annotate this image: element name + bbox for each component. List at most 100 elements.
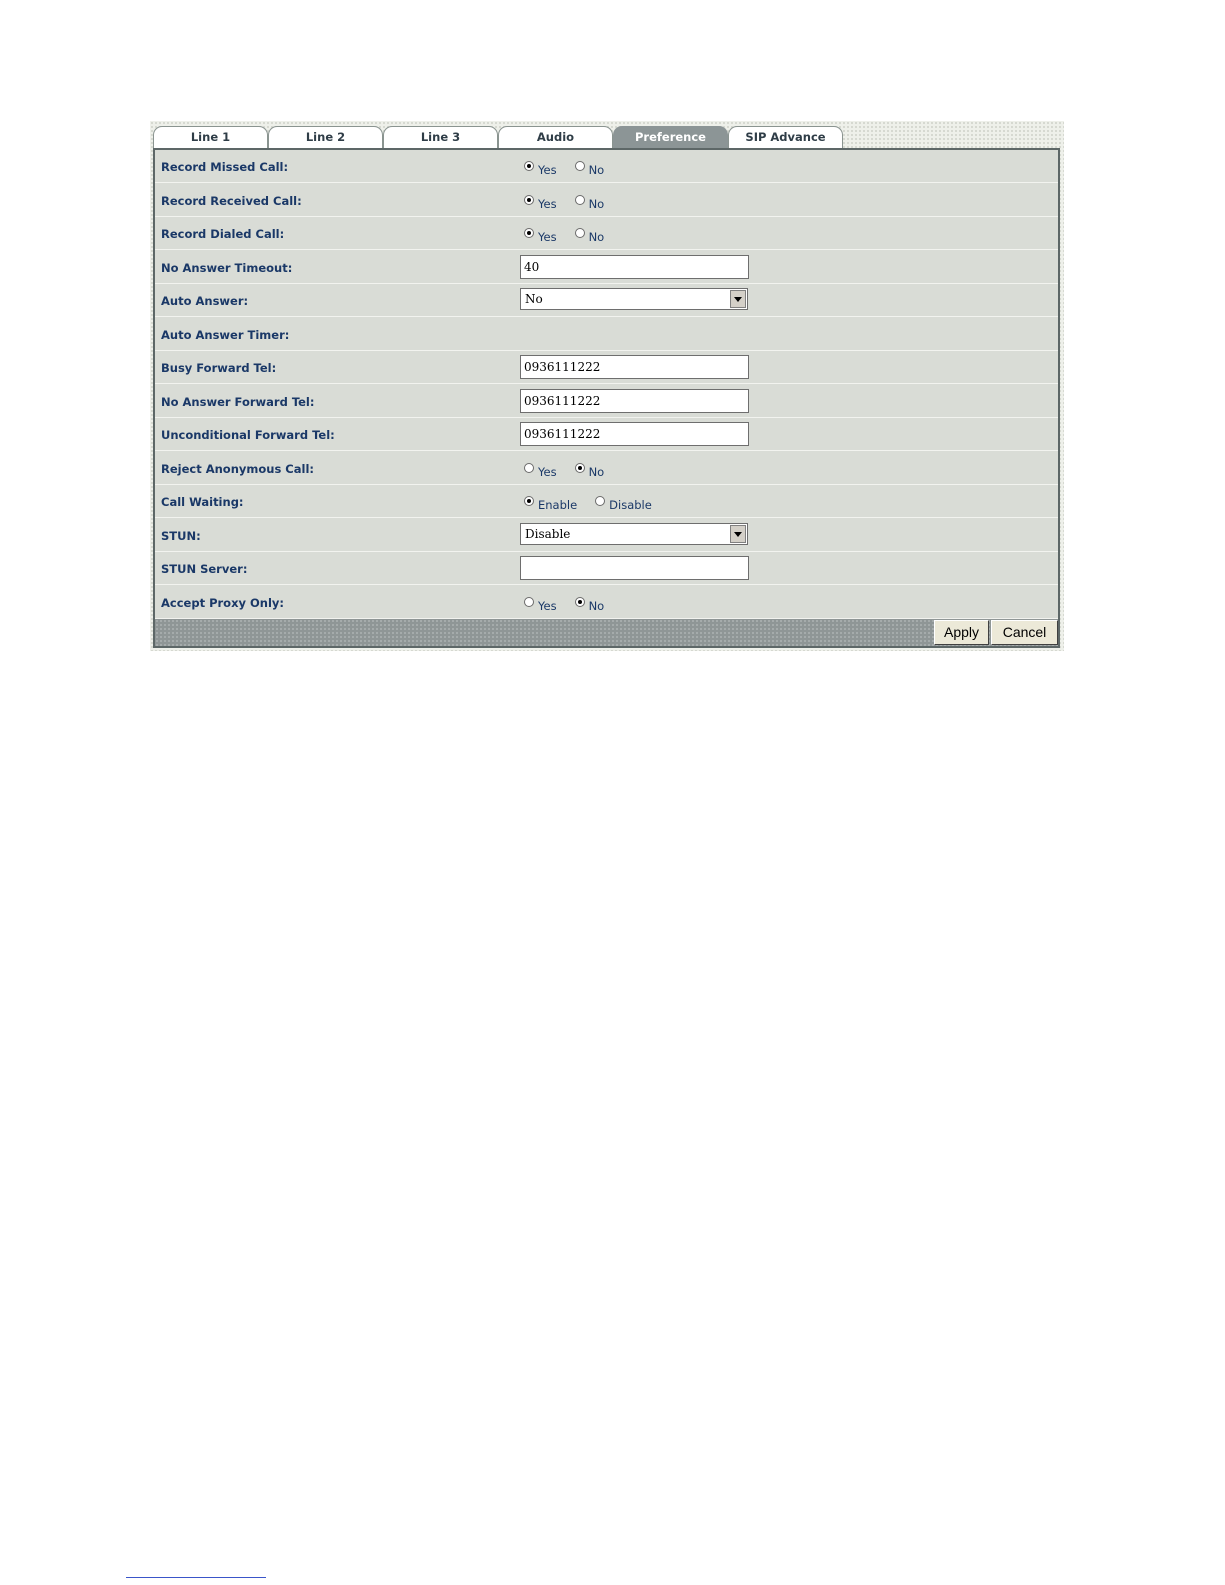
setting-value xyxy=(519,552,1019,585)
radio-label: Yes xyxy=(538,196,557,211)
radio-button[interactable] xyxy=(595,496,606,506)
setting-label: Record Dialed Call: xyxy=(161,227,285,241)
radio-button[interactable] xyxy=(524,596,534,607)
radio-option[interactable]: No xyxy=(574,227,605,244)
setting-row: Record Dialed Call: Yes No xyxy=(155,217,1058,250)
setting-row: Auto Answer Timer: xyxy=(155,318,1058,351)
setting-row: Record Received Call: Yes No xyxy=(155,184,1058,217)
radio-button[interactable] xyxy=(574,596,585,607)
radio-button[interactable] xyxy=(524,161,534,171)
dropdown-select[interactable]: Disable xyxy=(520,522,748,545)
setting-value: Yes No xyxy=(519,586,1019,619)
radio-button[interactable] xyxy=(524,194,534,205)
select-value: Disable xyxy=(525,526,571,541)
setting-value xyxy=(519,318,1019,351)
select-value: No xyxy=(525,292,543,306)
radio-option[interactable]: Yes xyxy=(524,227,557,244)
text-input[interactable]: 40 xyxy=(520,254,749,279)
setting-label: Call Waiting: xyxy=(161,495,244,509)
text-input[interactable]: 0936111222 xyxy=(520,355,749,379)
setting-value: Yes No xyxy=(519,452,1019,485)
setting-value: 0936111222 xyxy=(519,385,1019,418)
setting-label: Busy Forward Tel: xyxy=(161,361,277,375)
radio-button[interactable] xyxy=(574,194,585,205)
setting-value: 0936111222 xyxy=(519,418,1019,451)
radio-label: No xyxy=(588,598,605,613)
setting-row: Call Waiting: Enable Disable xyxy=(155,485,1058,518)
tab-line-3[interactable]: Line 3 xyxy=(383,126,498,148)
radio-label: No xyxy=(588,196,605,211)
radio-label: Yes xyxy=(538,230,557,244)
setting-row: Auto Answer: No xyxy=(155,284,1058,317)
radio-label: Enable xyxy=(538,498,578,512)
radio-button[interactable] xyxy=(524,496,534,506)
setting-label: Record Received Call: xyxy=(161,193,302,208)
radio-option[interactable]: No xyxy=(574,596,605,613)
setting-row: STUN Server: xyxy=(155,552,1058,585)
radio-label: Yes xyxy=(538,163,557,177)
text-input[interactable]: 0936111222 xyxy=(520,422,749,446)
radio-group: Enable Disable xyxy=(524,495,670,512)
tab-preference[interactable]: Preference xyxy=(613,126,728,148)
setting-value: Disable xyxy=(519,519,1019,552)
footnote-divider xyxy=(126,1577,266,1578)
apply-button[interactable]: Apply xyxy=(934,620,989,645)
cancel-button[interactable]: Cancel xyxy=(991,620,1058,645)
radio-label: Disable xyxy=(609,498,652,512)
tab-audio[interactable]: Audio xyxy=(498,126,613,148)
chevron-down-icon[interactable] xyxy=(730,290,746,308)
setting-row: Record Missed Call: Yes No xyxy=(155,150,1058,183)
radio-option[interactable]: No xyxy=(574,194,605,211)
setting-row: Unconditional Forward Tel: 0936111222 xyxy=(155,418,1058,451)
chevron-down-icon[interactable] xyxy=(730,524,746,543)
action-bar: Apply Cancel xyxy=(155,619,1058,646)
radio-option[interactable]: No xyxy=(574,462,605,479)
tab-bar: Line 1 Line 2 Line 3 Audio Preference SI… xyxy=(153,126,843,148)
setting-row: No Answer Forward Tel: 0936111222 xyxy=(155,385,1058,418)
radio-label: No xyxy=(588,163,605,177)
radio-button[interactable] xyxy=(524,462,534,473)
setting-value: Enable Disable xyxy=(519,485,1019,518)
setting-row: Accept Proxy Only: Yes No xyxy=(155,586,1058,619)
setting-label: Unconditional Forward Tel: xyxy=(161,428,335,442)
radio-option[interactable]: Yes xyxy=(524,462,557,479)
radio-group: Yes No xyxy=(524,462,622,479)
setting-value: Yes No xyxy=(519,217,1019,250)
setting-value: 0936111222 xyxy=(519,351,1019,384)
radio-label: No xyxy=(588,230,605,244)
setting-label: No Answer Timeout: xyxy=(161,260,293,275)
setting-row: Busy Forward Tel: 0936111222 xyxy=(155,351,1058,384)
radio-button[interactable] xyxy=(524,228,534,238)
setting-value: Yes No xyxy=(519,150,1019,183)
tab-sip-advance[interactable]: SIP Advance xyxy=(728,126,843,148)
setting-row: No Answer Timeout: 40 xyxy=(155,251,1058,284)
radio-group: Yes No xyxy=(524,194,622,211)
radio-option[interactable]: Yes xyxy=(524,194,557,211)
tab-line-2[interactable]: Line 2 xyxy=(268,126,383,148)
setting-row: Reject Anonymous Call: Yes No xyxy=(155,452,1058,485)
dropdown-select[interactable]: No xyxy=(520,288,748,310)
radio-button[interactable] xyxy=(574,228,585,238)
settings-frame: Line 1 Line 2 Line 3 Audio Preference SI… xyxy=(150,121,1064,651)
radio-button[interactable] xyxy=(574,161,585,171)
radio-button[interactable] xyxy=(574,462,585,473)
setting-label: Accept Proxy Only: xyxy=(161,595,284,610)
tab-line-1[interactable]: Line 1 xyxy=(153,126,268,148)
setting-label: STUN: xyxy=(161,528,201,543)
radio-option[interactable]: Disable xyxy=(595,495,652,512)
preference-panel: Record Missed Call: Yes No Record Received … xyxy=(153,148,1060,648)
text-input[interactable] xyxy=(520,556,749,580)
radio-label: No xyxy=(588,464,605,479)
radio-option[interactable]: No xyxy=(574,160,605,177)
setting-label: No Answer Forward Tel: xyxy=(161,394,315,409)
radio-label: Yes xyxy=(538,598,557,613)
setting-row: STUN: Disable xyxy=(155,519,1058,552)
radio-option[interactable]: Yes xyxy=(524,596,557,613)
setting-label: Record Missed Call: xyxy=(161,160,289,174)
radio-option[interactable]: Enable xyxy=(524,495,577,512)
radio-group: Yes No xyxy=(524,160,622,177)
setting-value: Yes No xyxy=(519,184,1019,217)
radio-option[interactable]: Yes xyxy=(524,160,557,177)
text-input[interactable]: 0936111222 xyxy=(520,388,749,413)
setting-label: STUN Server: xyxy=(161,562,248,576)
